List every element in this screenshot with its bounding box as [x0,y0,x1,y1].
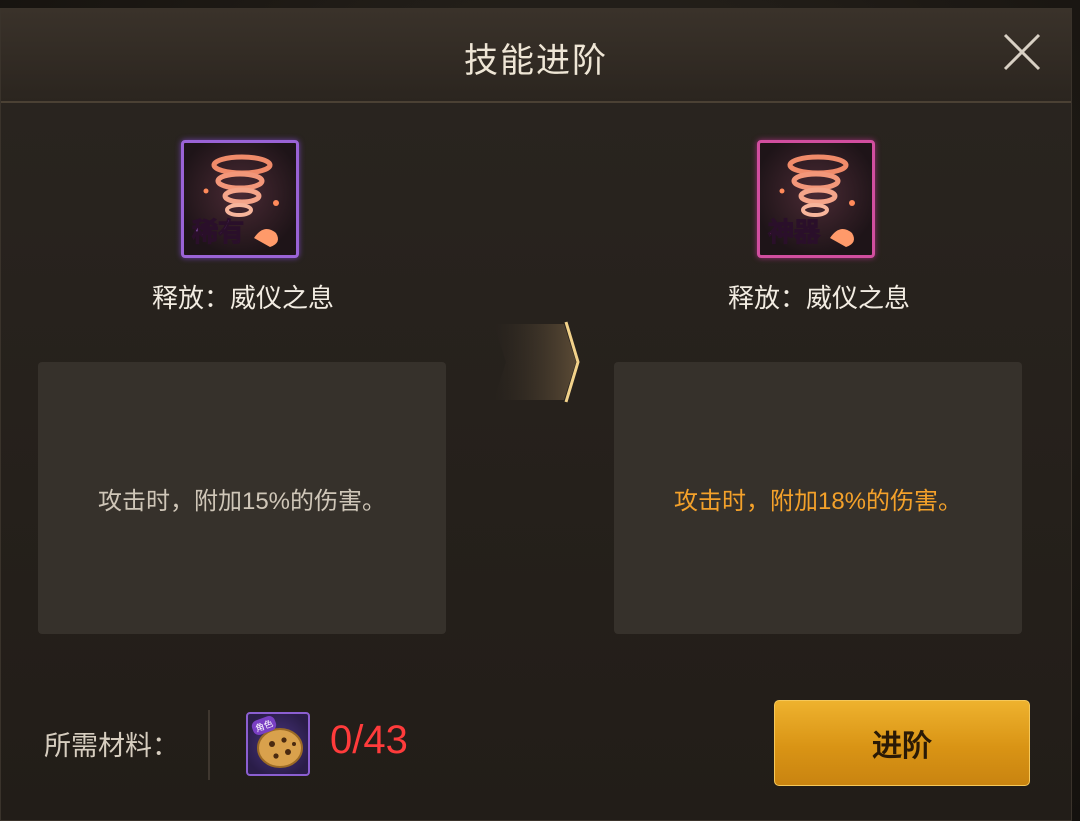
dialog-title: 技能进阶 [464,42,608,80]
rarity-label: 神器 [767,217,821,248]
current-skill-icon[interactable]: 稀有 [181,140,299,258]
material-count: 0/43 [330,718,408,762]
close-icon[interactable] [999,29,1045,75]
current-skill: 稀有 释放：威仪之息 [38,140,448,313]
materials-label: 所需材料： [44,731,179,761]
next-skill-description: 攻击时，附加18%的伤害。 [614,362,1022,634]
next-skill: 神器 释放：威仪之息 [614,140,1024,313]
arrow-right-icon [494,320,584,404]
dialog-header: 技能进阶 [1,9,1071,103]
rarity-label: 稀有 [191,217,245,248]
current-skill-description: 攻击时，附加15%的伤害。 [38,362,446,634]
divider [208,710,210,780]
material-item[interactable]: 角色 [246,712,310,776]
advance-button[interactable]: 进阶 [774,700,1030,786]
next-skill-icon[interactable]: 神器 [757,140,875,258]
next-skill-name: 释放：威仪之息 [727,283,910,313]
current-skill-name: 释放：威仪之息 [151,283,334,313]
